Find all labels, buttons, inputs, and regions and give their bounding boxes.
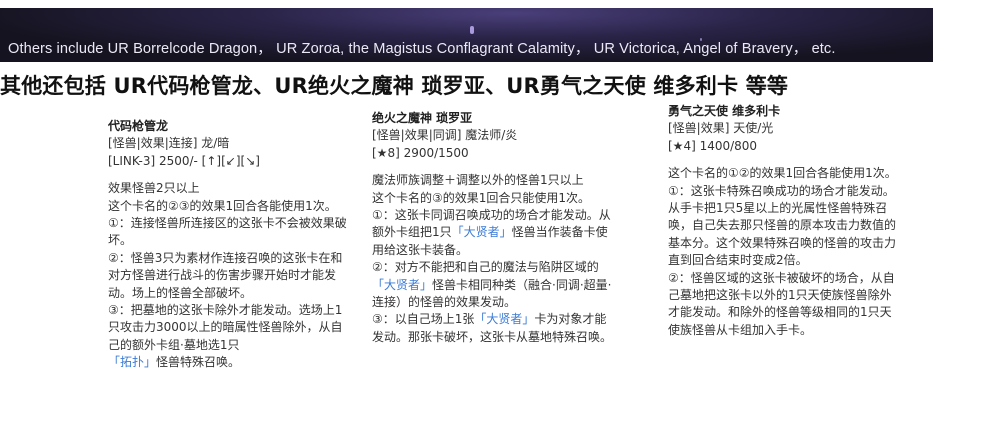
card-text-line: ②：对方不能把和自己的魔法与陷阱区域的「大贤者」怪兽卡相同种类（融合·同调·超量…: [372, 260, 612, 310]
card-text-line: 这个卡名的③的效果1回合只能使用1次。: [372, 190, 591, 205]
card-type: [怪兽|效果] 天使/光: [668, 121, 774, 136]
banner-caption: Others include UR Borrelcode Dragon， UR …: [8, 41, 836, 57]
card-stats: [★8] 2900/1500: [372, 145, 469, 160]
card-text-line: ①：这张卡特殊召唤成功的场合才能发动。从手卡把1只5星以上的光属性怪兽特殊召唤，…: [668, 183, 897, 268]
archetype-link[interactable]: 「拓扑」: [108, 355, 156, 369]
card-type: [怪兽|效果|同调] 魔法师/炎: [372, 128, 518, 143]
card-text-line: ③：以自己场上1张「大贤者」卡为对象才能发动。那张卡破坏，这张卡从墓地特殊召唤。: [372, 312, 613, 344]
card-text-line: ①：连接怪兽所连接区的这张卡不会被效果破坏。: [108, 216, 347, 248]
card-text-line: ①：这张卡同调召唤成功的场合才能发动。从额外卡组把1只「大贤者」怪兽当作装备卡使…: [372, 208, 611, 257]
card-text-line: 这个卡名的②③的效果1回合各能使用1次。: [108, 198, 337, 213]
banner-image: Others include UR Borrelcode Dragon， UR …: [0, 8, 933, 62]
card-text-line: ②：怪兽3只为素材作连接召唤的这张卡在和对方怪兽进行战斗的伤害步骤开始时才能发动…: [108, 250, 343, 300]
card-text-line: 魔法师族调整＋调整以外的怪兽1只以上: [372, 173, 584, 188]
card-name: 绝火之魔神 琐罗亚: [372, 111, 473, 125]
card-text-line: 效果怪兽2只以上: [108, 181, 200, 196]
card-text-line: 「拓扑」怪兽特殊召唤。: [108, 355, 241, 370]
card-borrelcode-dragon: 代码枪管龙 [怪兽|效果|连接] 龙/暗 [LINK-3] 2500/- [↑]…: [108, 118, 352, 372]
card-stats: [LINK-3] 2500/- [↑][↙][↘]: [108, 153, 260, 168]
card-victorica: 勇气之天使 维多利卡 [怪兽|效果] 天使/光 [★4] 1400/800 这个…: [668, 103, 900, 339]
card-name: 代码枪管龙: [108, 119, 169, 133]
card-text-line: ②：怪兽区域的这张卡被破坏的场合，从自己墓地把这张卡以外的1只天使族怪兽除外才能…: [668, 270, 895, 337]
light-streak: [470, 26, 474, 34]
card-zoroa: 绝火之魔神 琐罗亚 [怪兽|效果|同调] 魔法师/炎 [★8] 2900/150…: [372, 110, 616, 346]
card-name: 勇气之天使 维多利卡: [668, 104, 781, 118]
card-type: [怪兽|效果|连接] 龙/暗: [108, 136, 230, 151]
card-stats: [★4] 1400/800: [668, 138, 758, 153]
archetype-link[interactable]: 「大贤者」: [452, 225, 512, 239]
card-text-line: ③：把墓地的这张卡除外才能发动。选场上1只攻击力3000以上的暗属性怪兽除外，从…: [108, 303, 343, 352]
archetype-link[interactable]: 「大贤者」: [372, 278, 432, 292]
card-text-line: 这个卡名的①②的效果1回合各能使用1次。: [668, 166, 897, 181]
archetype-link[interactable]: 「大贤者」: [474, 312, 534, 326]
headline: 其他还包括 UR代码枪管龙、UR绝火之魔神 琐罗亚、UR勇气之天使 维多利卡 等…: [0, 74, 789, 98]
